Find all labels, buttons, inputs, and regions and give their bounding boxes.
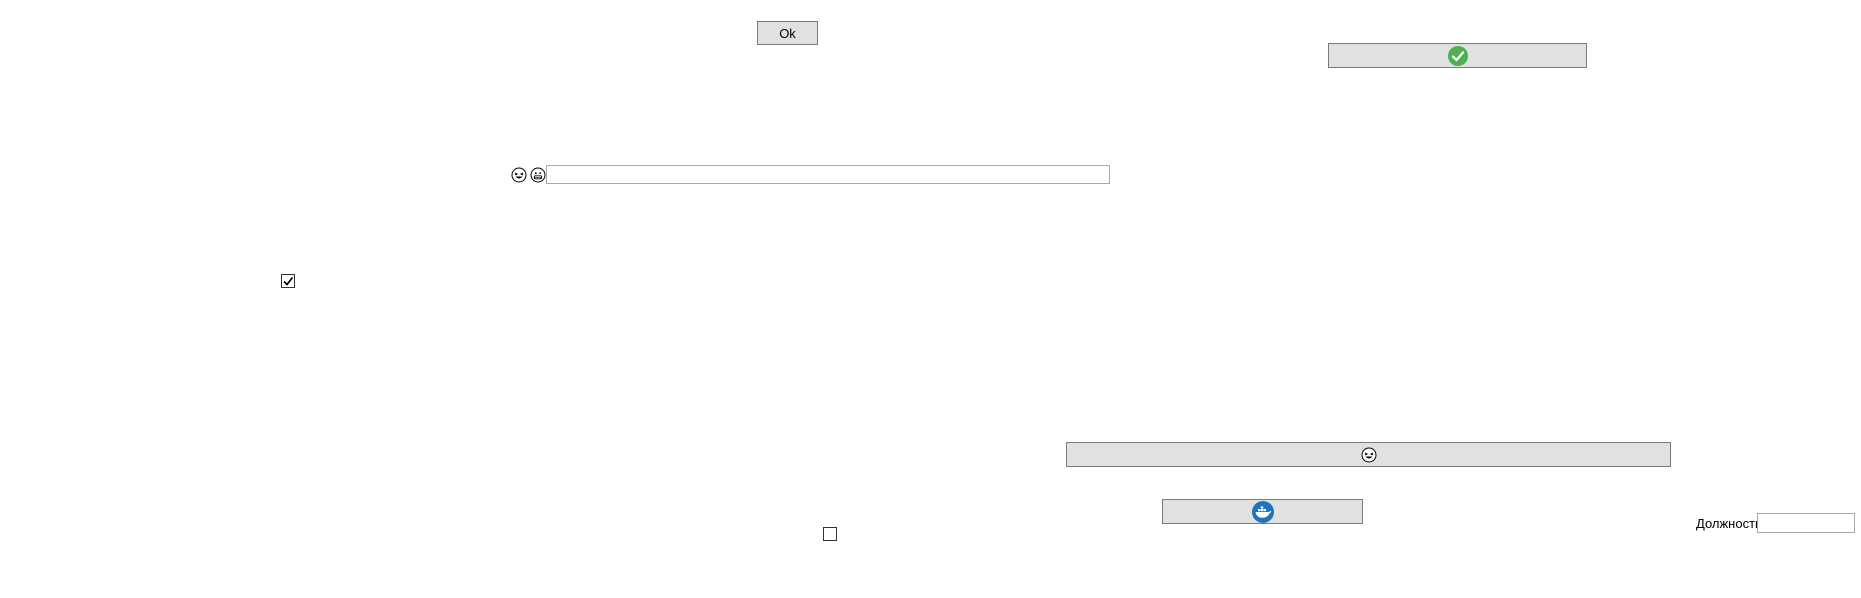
emoji-button[interactable]: [1066, 442, 1671, 467]
ok-button[interactable]: Ok: [757, 21, 818, 45]
ok-button-label: Ok: [779, 25, 796, 41]
laughing-face-icon: [1361, 447, 1376, 462]
docker-whale-icon: [1251, 500, 1274, 523]
checkmark-circle-icon: [1447, 45, 1468, 66]
docker-button[interactable]: [1162, 499, 1363, 524]
position-field-input[interactable]: [1757, 513, 1855, 533]
approve-button[interactable]: [1328, 43, 1587, 68]
position-field-label: Должность: [1696, 516, 1762, 531]
checkmark-icon: [283, 276, 294, 286]
laughing-face-icon[interactable]: [511, 167, 527, 183]
emoji-row-input[interactable]: [546, 165, 1110, 184]
grinning-face-icon[interactable]: [530, 167, 546, 183]
checkbox-checked[interactable]: [281, 274, 295, 288]
checkbox-unchecked[interactable]: [823, 527, 837, 541]
